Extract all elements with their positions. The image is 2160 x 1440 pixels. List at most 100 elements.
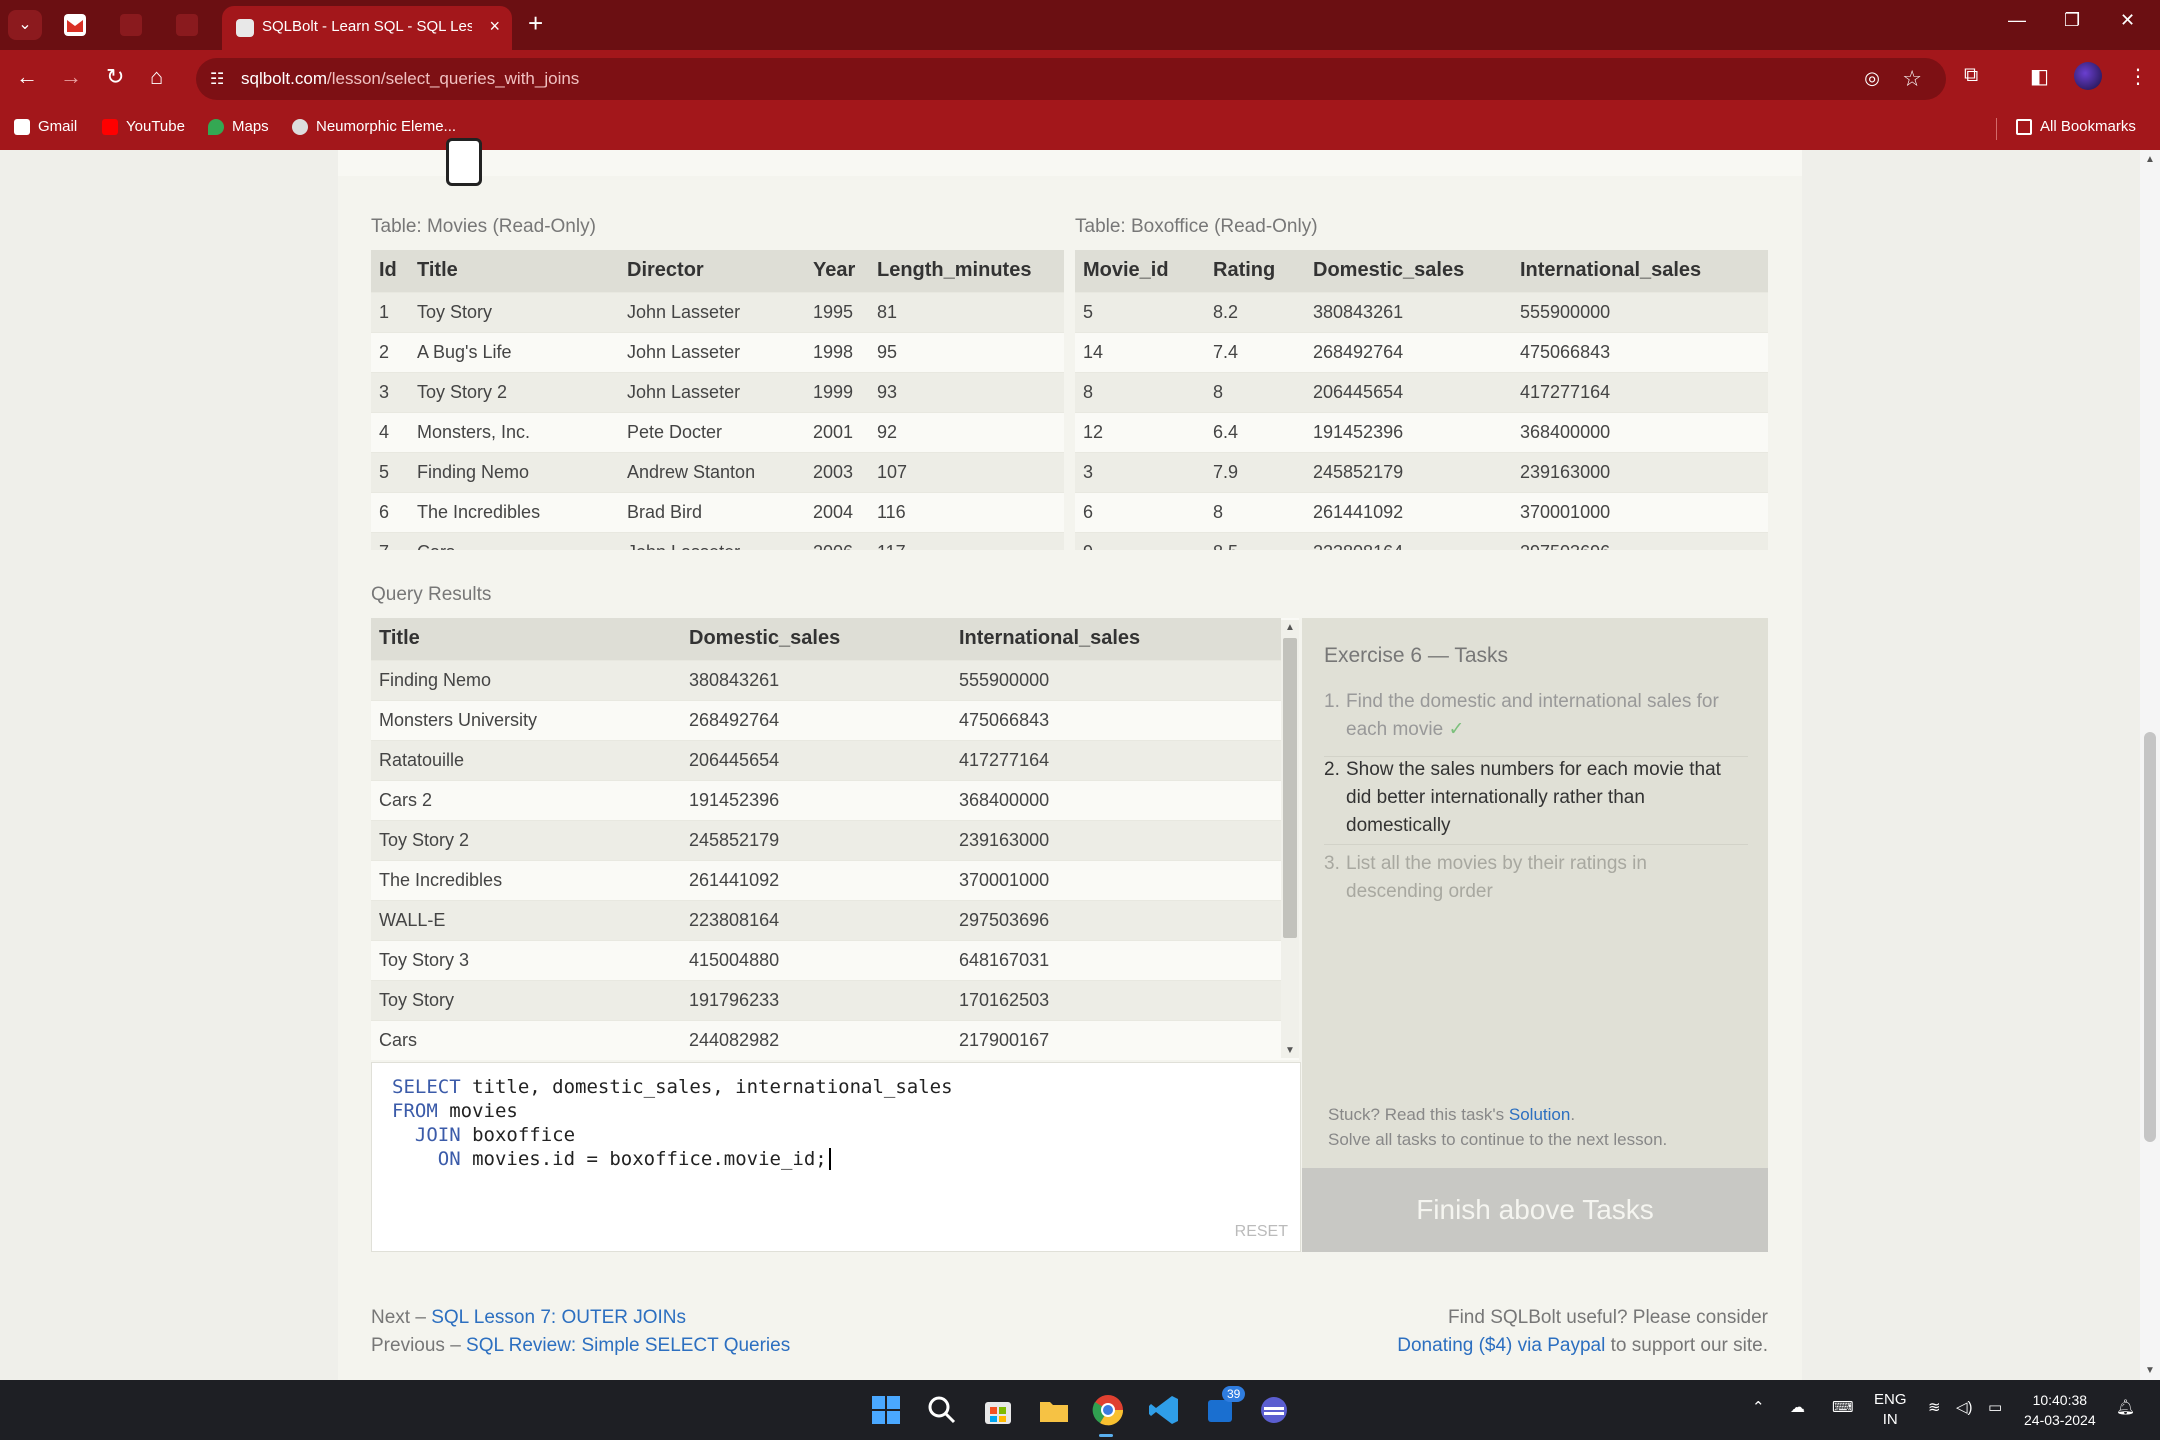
bookmark-star-icon[interactable]: ☆: [1902, 66, 1922, 92]
battery-icon[interactable]: ▭: [1988, 1398, 2002, 1416]
table-row: 6 8 261441092 370001000: [1075, 491, 1768, 532]
task-item: 2. Show the sales numbers for each movie…: [1324, 759, 1721, 836]
table-cell: 261441092: [681, 859, 951, 900]
scroll-up-icon[interactable]: ▲: [1285, 622, 1295, 633]
windows-start-icon[interactable]: [868, 1392, 904, 1428]
new-tab-button[interactable]: +: [528, 8, 543, 39]
scrollbar-thumb[interactable]: [1283, 638, 1297, 938]
volume-icon[interactable]: ◁): [1956, 1398, 1973, 1416]
search-icon[interactable]: [924, 1392, 960, 1428]
table-cell: 223808164: [1305, 531, 1512, 550]
table-cell: 206445654: [681, 739, 951, 780]
scroll-down-icon[interactable]: ▼: [1285, 1045, 1295, 1056]
table-row: 12 6.4 191452396 368400000: [1075, 411, 1768, 452]
table-cell: 95: [869, 331, 1064, 372]
tab-title: SQLBolt - Learn SQL - SQL Less: [262, 18, 472, 35]
table-cell: 107: [869, 451, 1064, 492]
active-tab[interactable]: SQLBolt - Learn SQL - SQL Less ×: [222, 6, 512, 50]
table-cell: 1999: [805, 371, 869, 412]
table-row: 4 Monsters, Inc. Pete Docter 2001 92: [371, 411, 1064, 452]
restore-icon[interactable]: ❐: [2064, 10, 2080, 31]
reload-icon[interactable]: ↻: [106, 64, 124, 90]
table-cell: 12: [1075, 411, 1205, 452]
table-row: Ratatouille 206445654 417277164: [371, 739, 1281, 780]
all-bookmarks[interactable]: All Bookmarks: [2016, 118, 2136, 135]
donate-link[interactable]: Donating ($4) via Paypal: [1397, 1335, 1605, 1356]
task-divider: [1324, 844, 1748, 845]
table-row: 3 7.9 245852179 239163000: [1075, 451, 1768, 492]
chrome-icon[interactable]: [1090, 1392, 1126, 1428]
table-cell: 239163000: [1512, 451, 1768, 492]
close-window-icon[interactable]: ✕: [2120, 10, 2135, 31]
wifi-icon[interactable]: ≋: [1928, 1398, 1941, 1416]
table-cell: 14: [1075, 331, 1205, 372]
bookmark-maps[interactable]: Maps: [208, 118, 269, 135]
finish-tasks-button[interactable]: Finish above Tasks: [1302, 1168, 1768, 1252]
clock[interactable]: 10:40:38 24-03-2024: [2024, 1390, 2096, 1430]
table-cell: John Lasseter: [619, 291, 805, 332]
app-icon[interactable]: [1256, 1392, 1292, 1428]
table-cell: 380843261: [681, 659, 951, 700]
page-viewport: Table: Movies (Read-Only) Id Title Direc…: [0, 150, 2160, 1380]
page-scrollbar[interactable]: ▲ ▼: [2140, 150, 2160, 1380]
column-header: Title: [371, 618, 681, 660]
home-icon[interactable]: ⌂: [150, 64, 163, 90]
table-row: 5 8.2 380843261 555900000: [1075, 291, 1768, 332]
pinned-tab-icon[interactable]: [120, 14, 142, 36]
table-row: 6 The Incredibles Brad Bird 2004 116: [371, 491, 1064, 532]
code-line: ON movies.id = boxoffice.movie_id;: [392, 1148, 831, 1170]
bookmark-youtube[interactable]: YouTube: [102, 118, 185, 135]
site-info-icon[interactable]: ☷: [210, 69, 224, 89]
scroll-down-icon[interactable]: ▼: [2145, 1365, 2155, 1376]
eye-off-icon[interactable]: ◎: [1864, 68, 1880, 89]
file-explorer-icon[interactable]: [1036, 1392, 1072, 1428]
bookmark-neumorphic[interactable]: Neumorphic Eleme...: [292, 118, 456, 135]
keyboard-icon[interactable]: ⌨: [1832, 1398, 1854, 1416]
previous-lesson-link[interactable]: SQL Review: Simple SELECT Queries: [466, 1335, 790, 1356]
solution-link[interactable]: Solution: [1509, 1105, 1570, 1124]
table-cell: 1995: [805, 291, 869, 332]
forward-icon[interactable]: →: [60, 64, 82, 90]
tasks-panel: Exercise 6 — Tasks 1. Find the domestic …: [1302, 618, 1768, 1252]
scrollbar-thumb[interactable]: [2144, 732, 2156, 1142]
table-cell: The Incredibles: [409, 491, 619, 532]
side-panel-icon[interactable]: ◧: [2030, 64, 2049, 89]
close-tab-icon[interactable]: ×: [489, 16, 500, 37]
menu-icon[interactable]: ⋮: [2128, 64, 2148, 89]
query-results-scroll[interactable]: Title Domestic_sales International_sales…: [371, 618, 1299, 1060]
back-icon[interactable]: ←: [16, 64, 38, 90]
url-text[interactable]: sqlbolt.com/lesson/select_queries_with_j…: [241, 69, 579, 89]
outlook-icon[interactable]: 39: [1202, 1386, 1246, 1428]
next-lesson-link[interactable]: SQL Lesson 7: OUTER JOINs: [431, 1307, 686, 1328]
results-scrollbar[interactable]: ▲ ▼: [1281, 620, 1299, 1058]
table-cell: 245852179: [1305, 451, 1512, 492]
address-bar[interactable]: ☷ sqlbolt.com/lesson/select_queries_with…: [196, 58, 1946, 100]
profile-avatar[interactable]: [2074, 62, 2102, 90]
chevron-up-icon[interactable]: ⌃: [1752, 1398, 1765, 1416]
sql-code[interactable]: SELECT title, domestic_sales, internatio…: [392, 1075, 953, 1171]
tab-search-button[interactable]: ⌄: [8, 10, 42, 40]
store-icon[interactable]: [980, 1392, 1016, 1428]
table-cell: 380843261: [1305, 291, 1512, 332]
pinned-tab-icon[interactable]: [176, 14, 198, 36]
table-cell: 5: [371, 451, 409, 492]
table-header-row: Title Domestic_sales International_sales: [371, 618, 1281, 660]
extensions-icon[interactable]: ⧉: [1964, 64, 1978, 87]
gmail-tab-icon[interactable]: [64, 14, 86, 36]
onedrive-icon[interactable]: ☁: [1790, 1398, 1805, 1416]
reset-button[interactable]: RESET: [1235, 1223, 1288, 1241]
language-indicator[interactable]: ENG IN: [1874, 1390, 1907, 1430]
bookmark-gmail[interactable]: Gmail: [14, 118, 77, 135]
boxoffice-table-scroll[interactable]: Movie_id Rating Domestic_sales Internati…: [1075, 250, 1768, 550]
scroll-up-icon[interactable]: ▲: [2145, 154, 2155, 165]
movies-table-scroll[interactable]: Id Title Director Year Length_minutes 1T…: [371, 250, 1064, 550]
table-cell: A Bug's Life: [409, 331, 619, 372]
sql-editor[interactable]: SELECT title, domestic_sales, internatio…: [371, 1062, 1301, 1252]
table-cell: 5: [1075, 291, 1205, 332]
minimize-icon[interactable]: —: [2008, 10, 2026, 31]
column-header: Title: [409, 250, 619, 292]
task-item: 1. Find the domestic and international s…: [1324, 691, 1719, 740]
vscode-icon[interactable]: [1146, 1392, 1182, 1428]
table-cell: 7.9: [1205, 451, 1305, 492]
notifications-bell-icon[interactable]: 🔔︎: [2116, 1398, 2135, 1416]
